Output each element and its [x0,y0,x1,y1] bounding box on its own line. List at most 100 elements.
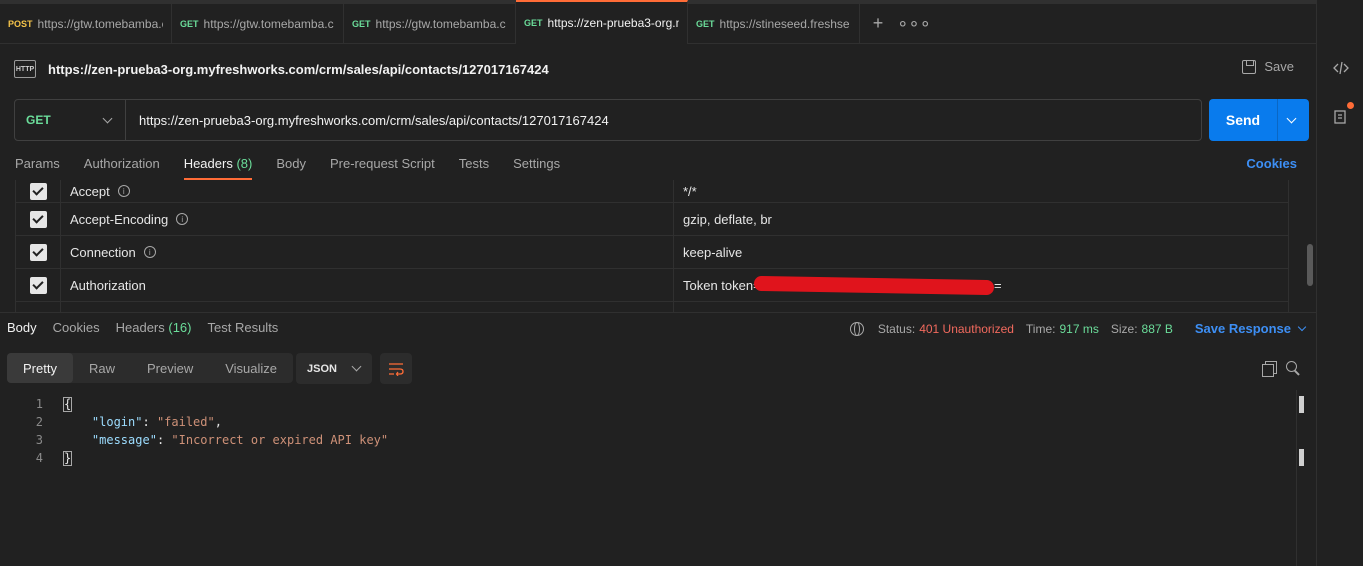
method-label: GET [696,18,715,29]
response-headers-count: (16) [168,320,192,335]
header-key: Authorization [70,277,146,293]
code-line: 2 "login": "failed", [0,413,1296,431]
tab-url: https://gtw.tomebamba.c [375,16,506,31]
search-icon[interactable] [1286,361,1300,375]
tab-authorization[interactable]: Authorization [84,152,160,180]
checkbox-cell [15,203,61,235]
checkbox-cell [15,180,61,202]
format-select[interactable]: JSON [296,353,372,384]
time-value[interactable]: 917 ms [1059,322,1098,336]
info-icon[interactable]: i [143,246,156,258]
response-body-code[interactable]: 1{ 2 "login": "failed", 3 "message": "In… [0,395,1296,467]
time-label: Time: [1025,321,1056,336]
header-checkbox[interactable] [29,276,47,294]
header-key-cell[interactable]: Connection i [61,236,674,268]
tab-tests[interactable]: Tests [459,152,489,180]
format-value: JSON [307,362,337,375]
code-line: 3 "message": "Incorrect or expired API k… [0,431,1296,449]
pane-divider[interactable] [0,312,1316,313]
new-tab-plus-icon[interactable]: + [860,4,896,43]
headers-count: (8) [236,156,253,171]
more-tabs-icon[interactable]: ∘∘∘ [896,4,932,43]
json-key: "login" [91,415,143,429]
line-number: 1 [35,397,43,411]
save-response-button[interactable]: Save Response [1194,321,1307,336]
request-tab[interactable]: GET https://stineseed.freshse [688,4,860,43]
header-value: Token token= [683,277,761,293]
view-preview[interactable]: Preview [131,353,209,383]
header-key-cell[interactable]: Accept-Encoding i [61,203,674,235]
info-icon[interactable]: i [176,213,189,225]
status-label: Status: [877,321,916,336]
method-select[interactable]: GET [15,100,126,140]
header-checkbox[interactable] [29,243,47,261]
code-scroll-marker [1299,449,1304,466]
size-value[interactable]: 887 B [1142,322,1173,336]
json-value: "Incorrect or expired API key" [171,433,389,447]
tab-headers[interactable]: Headers (8) [183,152,253,180]
header-key: Connection [70,244,136,260]
request-tab[interactable]: POST https://gtw.tomebamba.c [0,4,172,43]
response-tab-cookies[interactable]: Cookies [53,320,100,344]
url-input[interactable] [126,100,1201,140]
checkbox-cell [15,236,61,268]
right-sidebar [1316,0,1363,566]
view-visualize[interactable]: Visualize [209,353,293,383]
table-row [15,302,1289,312]
header-value-cell[interactable]: gzip, deflate, br [674,203,1289,235]
info-panel-icon[interactable] [1331,106,1351,126]
header-value-cell[interactable]: */* [674,180,1289,202]
method-value: GET [26,113,51,127]
method-label: GET [524,18,543,28]
request-tab[interactable]: GET https://gtw.tomebamba.c [172,4,344,43]
request-tab[interactable]: GET https://gtw.tomebamba.c [344,4,516,43]
tab-body[interactable]: Body [276,152,306,180]
view-raw[interactable]: Raw [73,353,131,383]
header-value: gzip, deflate, br [683,211,772,227]
tab-settings[interactable]: Settings [513,152,560,180]
response-tab-test-results[interactable]: Test Results [208,320,279,344]
response-headers-label: Headers [115,320,165,335]
header-value-cell[interactable] [674,302,1289,312]
cookies-link[interactable]: Cookies [1246,156,1297,171]
header-checkbox[interactable] [29,210,47,228]
tab-prerequest-script[interactable]: Pre-request Script [330,152,435,180]
tab-url: https://zen-prueba3-org.m [547,16,679,30]
view-pretty[interactable]: Pretty [7,353,73,383]
header-key: Accept-Encoding [70,211,169,227]
header-value-cell[interactable]: Token token= = [674,269,1289,301]
send-button[interactable]: Send [1209,99,1309,141]
header-value-cell[interactable]: keep-alive [674,236,1289,268]
request-tab-active[interactable]: GET https://zen-prueba3-org.m [516,0,688,44]
headers-scrollbar[interactable] [1307,244,1313,286]
tab-params[interactable]: Params [15,152,60,180]
chevron-down-icon [1297,322,1307,331]
status-value[interactable]: 401 Unauthorized [919,322,1014,336]
info-icon[interactable]: i [117,185,130,197]
header-key-cell[interactable] [61,302,674,312]
method-label: POST [8,18,33,29]
chevron-down-icon[interactable] [1286,113,1297,123]
request-title[interactable]: https://zen-prueba3-org.myfreshworks.com… [48,62,549,77]
header-key-cell[interactable]: Accept i [61,180,674,202]
header-key-cell[interactable]: Authorization [61,269,674,301]
save-response-label: Save Response [1194,321,1291,336]
headers-table: Accept i */* Accept-Encoding i gzip, defla… [15,180,1289,312]
method-label: GET [352,18,371,29]
code-snippet-icon[interactable] [1331,58,1351,78]
response-tab-headers[interactable]: Headers (16) [116,320,192,344]
json-key: "message" [91,433,157,447]
header-checkbox[interactable] [29,182,47,200]
header-key: Accept [70,183,110,199]
copy-icon[interactable] [1262,361,1277,377]
globe-icon[interactable] [849,321,864,336]
wrap-lines-icon[interactable] [380,353,412,384]
table-row: Accept-Encoding i gzip, deflate, br [15,203,1289,236]
save-button[interactable]: Save [1242,59,1294,74]
size-label: Size: [1110,321,1138,336]
checkbox-cell [15,269,61,301]
tab-headers-label: Headers [183,156,233,171]
response-tab-body[interactable]: Body [7,320,37,344]
method-label: GET [180,18,199,29]
tab-url: https://stineseed.freshse [719,16,850,31]
